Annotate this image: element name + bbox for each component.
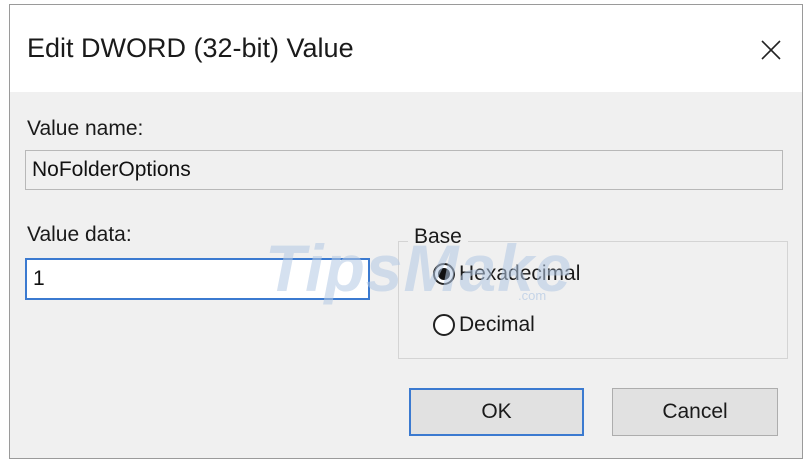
value-name-field[interactable] bbox=[25, 150, 783, 190]
close-button[interactable] bbox=[752, 31, 790, 69]
value-data-input[interactable] bbox=[25, 258, 370, 300]
dialog-title: Edit DWORD (32-bit) Value bbox=[27, 33, 354, 63]
radio-decimal-label: Decimal bbox=[459, 313, 535, 336]
close-icon bbox=[761, 40, 781, 60]
radio-checked-icon bbox=[433, 263, 455, 285]
base-legend: Base bbox=[408, 225, 468, 249]
base-groupbox bbox=[398, 241, 788, 359]
radio-hexadecimal[interactable]: Hexadecimal bbox=[433, 262, 580, 286]
value-name-label: Value name: bbox=[27, 117, 144, 140]
value-data-label: Value data: bbox=[27, 223, 132, 246]
radio-decimal[interactable]: Decimal bbox=[433, 313, 535, 337]
edit-dword-dialog: Edit DWORD (32-bit) Value Value name: Va… bbox=[9, 4, 803, 459]
ok-button[interactable]: OK bbox=[409, 388, 584, 436]
radio-unchecked-icon bbox=[433, 314, 455, 336]
title-bar: Edit DWORD (32-bit) Value bbox=[10, 5, 802, 92]
radio-hexadecimal-label: Hexadecimal bbox=[459, 262, 581, 285]
cancel-button[interactable]: Cancel bbox=[612, 388, 778, 436]
